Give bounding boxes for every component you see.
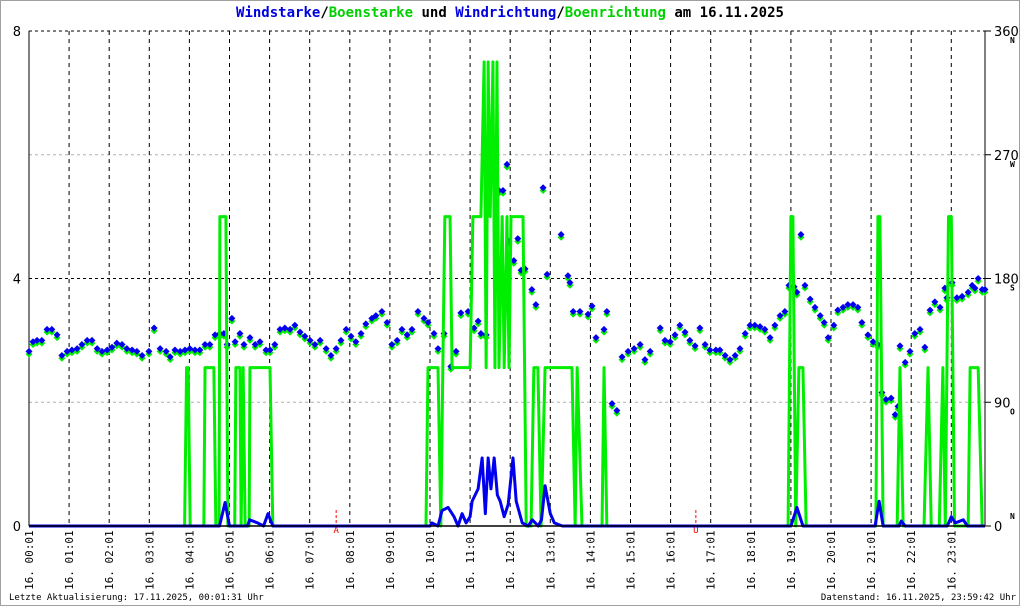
left-tick-label: 4 xyxy=(13,273,21,288)
x-tick-label: 16. 12:01 xyxy=(504,530,517,590)
title-sep: / xyxy=(556,5,565,21)
x-tick-label: 16. 07:01 xyxy=(304,530,317,590)
x-tick-label: 16. 10:01 xyxy=(424,530,437,590)
compass-label: N xyxy=(1010,512,1015,521)
title-und: und xyxy=(413,5,456,21)
compass-label: W xyxy=(1010,160,1015,169)
title-date: am 16.11.2025 xyxy=(665,5,784,21)
title-gust: Boenstarke xyxy=(328,5,414,21)
x-tick-label: 16. 22:01 xyxy=(905,530,918,590)
x-tick-label: 16. 08:01 xyxy=(344,530,357,590)
x-tick-label: 16. 23:01 xyxy=(945,530,958,590)
x-tick-label: 16. 21:01 xyxy=(865,530,878,590)
gust-speed-line xyxy=(29,60,985,528)
chart-title: Windstarke/Boenstarke und Windrichtung/B… xyxy=(1,5,1019,21)
x-tick-label: 16. 06:01 xyxy=(264,530,277,590)
right-tick-label: 0 xyxy=(994,520,1002,535)
x-tick-label: 16. 04:01 xyxy=(183,530,196,590)
data-status-text: Datenstand: 16.11.2025, 23:59:42 Uhr xyxy=(820,593,1016,603)
x-tick-label: 16. 09:01 xyxy=(384,530,397,590)
x-tick-label: 16. 05:01 xyxy=(224,530,237,590)
x-tick-label: 16. 01:01 xyxy=(63,530,76,590)
right-tick-label: 90 xyxy=(994,396,1011,411)
wind-speed-line xyxy=(29,456,985,528)
x-tick-label: 16. 13:01 xyxy=(544,530,557,590)
title-gustdir: Boenrichtung xyxy=(564,5,666,21)
title-sep: / xyxy=(320,5,329,21)
title-dir: Windrichtung xyxy=(455,5,557,21)
x-tick-label: 16. 14:01 xyxy=(584,530,597,590)
x-tick-label: 16. 20:01 xyxy=(825,530,838,590)
right-tick-label: 360 xyxy=(994,25,1019,40)
left-tick-label: 8 xyxy=(13,25,21,40)
title-wind: Windstarke xyxy=(236,5,321,21)
x-tick-label: 16. 00:01 xyxy=(23,530,36,590)
left-tick-label: 0 xyxy=(13,520,21,535)
compass-label: N xyxy=(1010,36,1015,45)
x-tick-label: 16. 18:01 xyxy=(745,530,758,590)
x-tick-label: 16. 03:01 xyxy=(143,530,156,590)
x-tick-label: 16. 17:01 xyxy=(705,530,718,590)
compass-label: O xyxy=(1010,407,1015,416)
right-tick-label: 180 xyxy=(994,273,1019,288)
x-tick-label: 16. 02:01 xyxy=(103,530,116,590)
wind-chart-window: Windstarke/Boenstarke und Windrichtung/B… xyxy=(0,0,1020,606)
x-tick-label: 16. 16:01 xyxy=(665,530,678,590)
x-tick-label: 16. 15:01 xyxy=(625,530,638,590)
last-update-text: Letzte Aktualisierung: 17.11.2025, 00:01… xyxy=(9,593,264,603)
chart-plot: 16. 00:01 16. 01:01 16. 02:01 16. 03:01 16. … xyxy=(13,25,1019,590)
x-tick-label: 16. 19:01 xyxy=(785,530,798,590)
right-tick-label: 270 xyxy=(994,149,1019,164)
compass-label: S xyxy=(1010,284,1015,293)
x-tick-label: 16. 11:01 xyxy=(464,530,477,590)
